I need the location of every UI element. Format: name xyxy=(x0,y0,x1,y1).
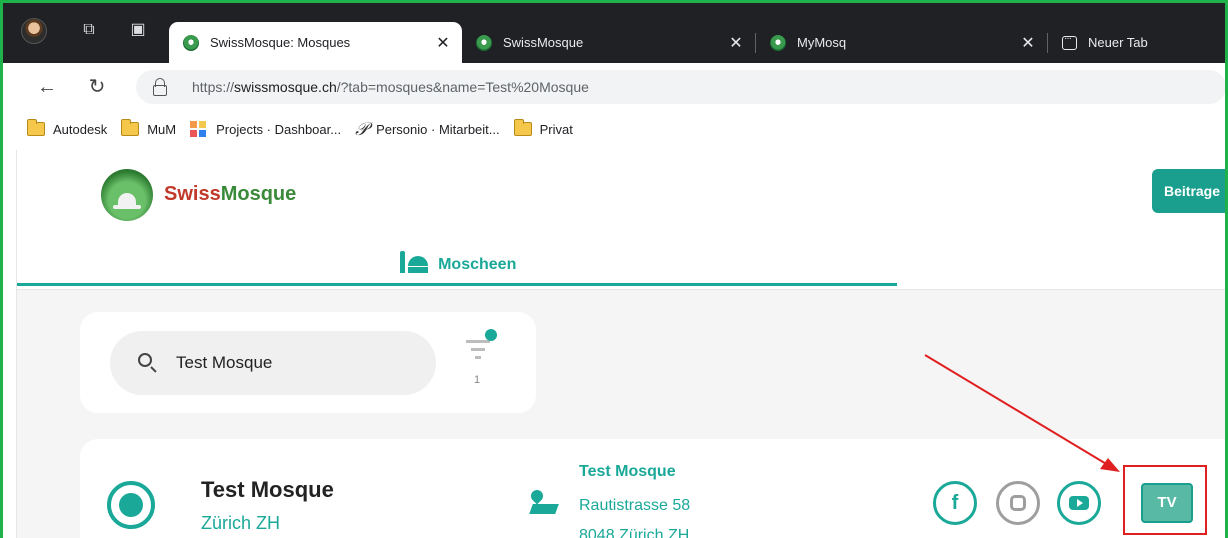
tab-swissmosque[interactable]: SwissMosque ✕ xyxy=(462,22,755,63)
tab-new-tab[interactable]: Neuer Tab xyxy=(1048,22,1225,63)
close-tab-icon[interactable]: ✕ xyxy=(725,33,747,53)
search-icon xyxy=(138,353,152,367)
address-city[interactable]: 8048 Zürich ZH xyxy=(579,527,689,538)
address-street[interactable]: Rautistrasse 58 xyxy=(579,497,690,515)
facebook-icon[interactable]: f xyxy=(933,481,977,525)
tab-strip: ⧉ ▣ SwissMosque: Mosques ✕ SwissMosque ✕… xyxy=(3,3,1225,63)
swissmosque-favicon xyxy=(183,34,199,51)
workspaces-icon[interactable]: ⧉ xyxy=(78,19,100,41)
bookmarks-bar: Autodesk MuM Projects · Dashboar... 𝒫 Per… xyxy=(3,111,1225,147)
profile-avatar[interactable] xyxy=(21,18,47,44)
filter-icon xyxy=(466,340,490,343)
browser-toolbar: ← ↻ https://swissmosque.ch/?tab=mosques&… xyxy=(3,63,1225,111)
filter-count: 1 xyxy=(474,374,481,386)
tab-title: MyMosq xyxy=(797,35,847,50)
bookmark-projects[interactable]: Projects · Dashboar... xyxy=(190,121,341,137)
contribute-button[interactable]: Beitrage xyxy=(1152,169,1225,213)
close-tab-icon[interactable]: ✕ xyxy=(1017,33,1039,53)
vertical-tabs-icon[interactable]: ▣ xyxy=(127,19,149,41)
mosque-name[interactable]: Test Mosque xyxy=(201,477,334,503)
site-header: SwissMosque Beitrage Moscheen xyxy=(17,150,1225,290)
folder-icon xyxy=(27,119,45,136)
tab-moscheen[interactable]: Moscheen xyxy=(17,244,897,286)
projects-icon xyxy=(190,121,208,137)
web-page: SwissMosque Beitrage Moscheen Test Mosqu… xyxy=(16,150,1225,538)
tab-title: SwissMosque xyxy=(503,35,584,50)
address-url[interactable]: https://swissmosque.ch/?tab=mosques&name… xyxy=(192,79,589,95)
bookmark-personio[interactable]: 𝒫 Personio · Mitarbeit... xyxy=(355,119,500,140)
site-brand[interactable]: SwissMosque xyxy=(164,183,296,206)
mymosq-favicon xyxy=(770,34,786,51)
search-input[interactable]: Test Mosque xyxy=(110,331,436,395)
browser-window: ⧉ ▣ SwissMosque: Mosques ✕ SwissMosque ✕… xyxy=(0,0,1228,538)
address-title[interactable]: Test Mosque xyxy=(579,463,676,481)
tab-title: SwissMosque: Mosques xyxy=(210,35,351,50)
address-bar[interactable]: https://swissmosque.ch/?tab=mosques&name… xyxy=(136,70,1225,104)
mosque-card[interactable]: Test Mosque Zürich ZH Test Mosque Rautis… xyxy=(80,439,1225,538)
back-arrow-icon[interactable]: ← xyxy=(33,73,61,101)
mosque-icon xyxy=(398,251,430,273)
tab-title: Neuer Tab xyxy=(1088,35,1148,50)
folder-icon xyxy=(513,119,532,136)
youtube-icon[interactable] xyxy=(1057,481,1101,525)
folder-icon xyxy=(121,119,140,136)
tab-swissmosque-mosques[interactable]: SwissMosque: Mosques ✕ xyxy=(169,22,462,63)
mosque-avatar-icon xyxy=(107,481,155,529)
nav-tab-label: Moscheen xyxy=(438,256,517,273)
mosque-city: Zürich ZH xyxy=(201,513,281,533)
bookmark-privat[interactable]: Privat xyxy=(513,119,573,137)
filter-active-dot xyxy=(485,329,497,341)
filter-button[interactable]: 1 xyxy=(464,326,504,390)
swissmosque-favicon xyxy=(476,34,492,51)
new-tab-icon xyxy=(1062,33,1077,50)
search-value: Test Mosque xyxy=(176,353,273,372)
map-pin-icon xyxy=(528,487,559,514)
tab-mymosq[interactable]: MyMosq ✕ xyxy=(756,22,1047,63)
personio-icon: 𝒫 xyxy=(355,118,369,140)
bookmark-mum[interactable]: MuM xyxy=(121,119,176,137)
search-card: Test Mosque 1 xyxy=(80,312,536,413)
bookmark-autodesk[interactable]: Autodesk xyxy=(27,119,107,137)
instagram-icon[interactable] xyxy=(996,481,1040,525)
close-tab-icon[interactable]: ✕ xyxy=(432,33,454,53)
reload-icon[interactable]: ↻ xyxy=(83,73,111,101)
annotation-highlight-box xyxy=(1123,465,1207,535)
swissmosque-logo-icon[interactable] xyxy=(101,169,153,221)
lock-icon[interactable] xyxy=(153,78,167,96)
